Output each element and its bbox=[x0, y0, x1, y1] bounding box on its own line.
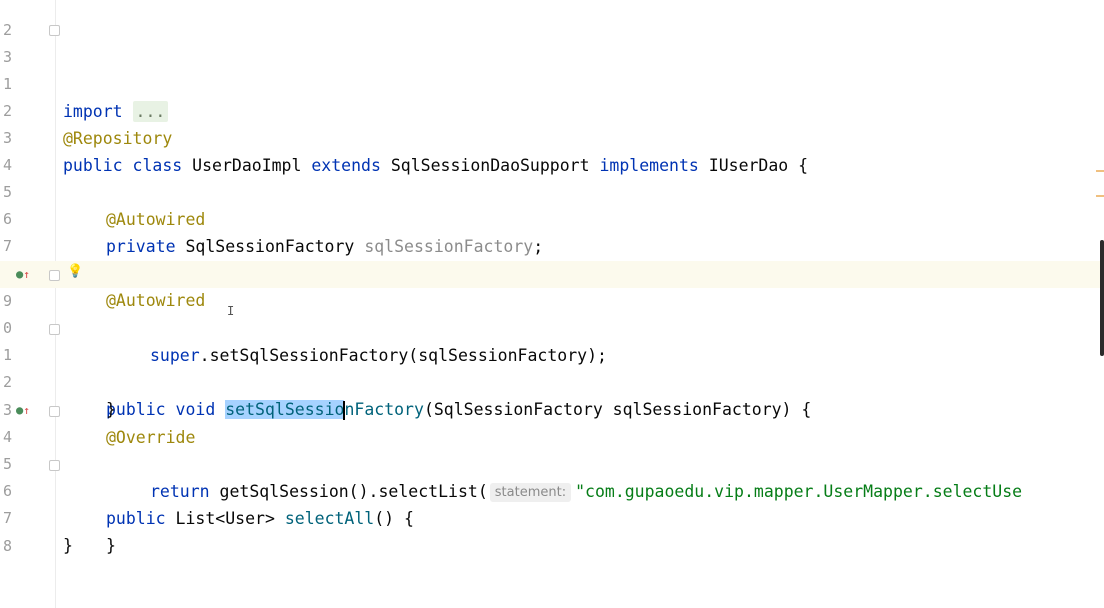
override-marker-icon[interactable]: ●↑ bbox=[16, 403, 30, 418]
fold-icon[interactable] bbox=[49, 270, 60, 281]
lightbulb-icon[interactable]: 💡 bbox=[67, 265, 83, 279]
code-line: 7 bbox=[0, 206, 1104, 255]
code-editor[interactable]: 2 3 import ... 1 2 @Repository 3 public … bbox=[0, 0, 1104, 608]
code-line: 3 @Override bbox=[0, 370, 1104, 447]
code-line: 5 @Autowired bbox=[0, 152, 1104, 229]
brace: } bbox=[106, 536, 116, 555]
fold-icon[interactable] bbox=[49, 460, 60, 471]
code-line: 6 private SqlSessionFactory sqlSessionFa… bbox=[0, 179, 1104, 256]
code-line: 1 } bbox=[0, 315, 1104, 419]
code-line: 5 return getSqlSession().selectList(stat… bbox=[0, 424, 1104, 502]
code-line: 4 ●↑ public List<User> selectAll() { bbox=[0, 397, 1104, 528]
fold-icon[interactable] bbox=[49, 25, 60, 36]
scrollbar-warning-marker[interactable] bbox=[1096, 170, 1104, 172]
code-line: 0 super.setSqlSessionFactory(sqlSessionF… bbox=[0, 288, 1104, 365]
brace: } bbox=[63, 536, 73, 555]
code-line: 8 bbox=[0, 506, 1104, 555]
mouse-ibeam-cursor: I bbox=[227, 304, 235, 318]
code-line: 6 } bbox=[0, 451, 1104, 555]
code-line: 1 bbox=[0, 44, 1104, 93]
scrollbar-warning-marker[interactable] bbox=[1096, 195, 1104, 197]
code-line-current: 9 ●↑ 💡 public void setSqlSessionFactory(… bbox=[0, 261, 1104, 420]
vertical-scrollbar[interactable] bbox=[1100, 240, 1104, 356]
fold-icon[interactable] bbox=[49, 406, 60, 417]
code-line: 4 bbox=[0, 125, 1104, 174]
fold-icon[interactable] bbox=[49, 324, 60, 335]
code-line: 2 bbox=[0, 342, 1104, 391]
code-line: 3 public class UserDaoImpl extends SqlSe… bbox=[0, 98, 1104, 175]
code-line: 2 @Repository bbox=[0, 71, 1104, 148]
code-line: 7 } bbox=[0, 478, 1104, 555]
code-line: 8 @Autowired bbox=[0, 233, 1104, 310]
line-number: 8 bbox=[2, 537, 12, 555]
code-line: 3 import ... bbox=[0, 17, 1104, 122]
implement-marker-icon[interactable]: ●↑ bbox=[16, 267, 30, 282]
code-line: 2 bbox=[0, 0, 1104, 39]
